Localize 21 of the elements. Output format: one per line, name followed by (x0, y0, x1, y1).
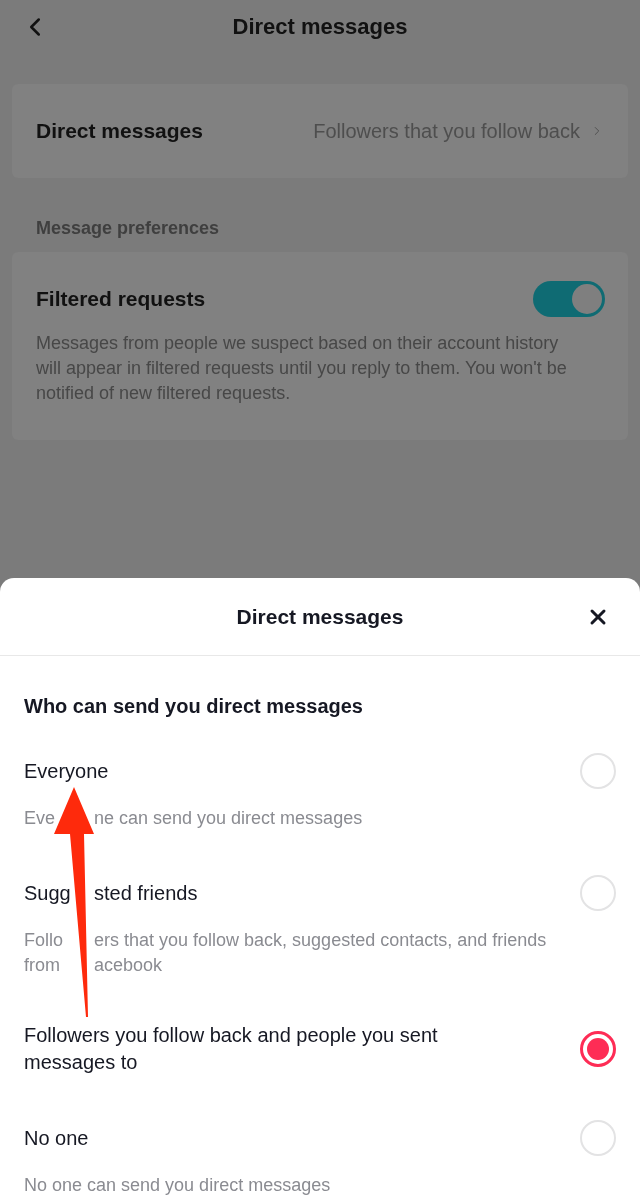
toggle-switch[interactable] (533, 281, 605, 317)
option-description: No one can send you direct messages (24, 1175, 331, 1195)
setting-label: Direct messages (36, 118, 203, 144)
option-description: Eve (24, 808, 56, 828)
setting-label: Filtered requests (36, 286, 206, 312)
option-description: ers that you follow back, suggested contacts, and friends (94, 929, 547, 952)
page-title: Direct messages (231, 13, 409, 41)
sheet-title: Direct messages (235, 603, 405, 630)
option-description: Follo (24, 930, 63, 950)
setting-description: Messages from people we suspect based on their account history will appear in filtered requests until you reply to them. You won't be notified of new filtered requests. (36, 332, 568, 405)
option-label: Everyone (24, 759, 109, 782)
option-description: ne can send you direct messages (94, 807, 363, 830)
option-description: from (24, 955, 60, 975)
option-label: Sugg (24, 881, 71, 904)
option-label: sted friends (94, 880, 198, 906)
radio-button[interactable] (580, 1031, 616, 1067)
option-description: acebook (94, 954, 163, 977)
sheet-heading: Who can send you direct messages (24, 694, 363, 719)
option-label: No one (24, 1126, 89, 1149)
option-label: Followers you follow back and people you sent messages to (24, 1024, 438, 1073)
section-title: Message preferences (36, 217, 220, 240)
